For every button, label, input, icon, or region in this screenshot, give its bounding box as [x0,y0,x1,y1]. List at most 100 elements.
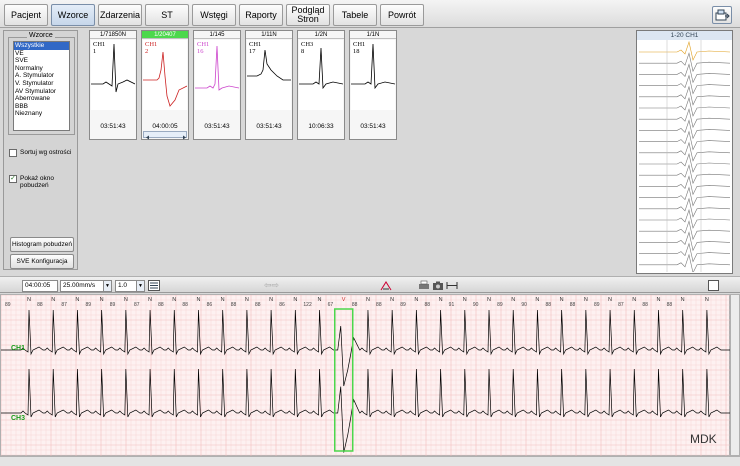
filter-item[interactable]: Normalny [14,65,69,73]
fullscreen-checkbox[interactable] [708,280,719,291]
horizontal-scrollbar[interactable] [0,456,740,466]
marker-icon[interactable] [380,280,392,291]
template-header: 1/11N [246,31,292,39]
ecg-strip[interactable]: N N N N N N N N N N N N N V N N N N N N N N N N N N N N N 89 88 87 89 89 8… [0,294,732,457]
overlay-trace [639,85,731,106]
rr-interval-label: 89 [497,302,503,308]
rr-interval-label: 88 [255,302,261,308]
channel-label: CH3 [11,415,26,422]
filter-item[interactable]: SVE [14,57,69,65]
template-time: 03:51:43 [204,123,230,130]
rr-interval-label: 90 [473,302,479,308]
filter-item[interactable]: AV Stymulator [14,88,69,96]
sort-label: Sortuj wg ostrości [20,149,72,156]
overlay-trace [639,208,731,229]
beat-label: N [414,297,418,303]
rr-interval-label: 89 [400,302,406,308]
rr-interval-label: 88 [37,302,43,308]
template-number: 16 [197,48,204,55]
overlay-trace [639,197,731,218]
filter-item[interactable]: A. Stymulator [14,72,69,80]
tab-wstegi[interactable]: Wstęgi [192,4,236,26]
overlay-trace [639,164,731,185]
tab-st[interactable]: ST [145,4,189,26]
beat-label: N [390,297,394,303]
measure-icon[interactable] [446,280,458,291]
filter-group-title: Wzorce [27,32,55,39]
template-card[interactable]: 1/71850N CH1 1 03:51:43 [89,30,137,140]
rr-interval-label: 88 [352,302,358,308]
export-icon[interactable] [712,6,732,24]
beat-label: N [705,297,709,303]
filter-item[interactable]: VE [14,50,69,58]
tab-raporty[interactable]: Raporty [239,4,283,26]
template-card[interactable]: 1/145 CH1 16 03:51:43 [193,30,241,140]
template-header: 1/71850N [90,31,136,39]
gain-value: 1.0 [118,282,128,289]
template-card[interactable]: 1/2N CH3 8 10:06:33 [297,30,345,140]
filter-item[interactable]: BBB [14,103,69,111]
filter-list[interactable]: Wszystkie VE SVE Normalny A. Stymulator … [13,41,70,131]
camera-icon[interactable] [432,280,444,291]
template-header: 1/20407 [142,31,188,39]
overlay-waveforms [639,40,731,274]
template-channel: CH3 [301,41,314,48]
template-number: 8 [301,48,305,55]
tab-powrot[interactable]: Powrót [380,4,424,26]
template-card[interactable]: 1/1N CH1 18 03:51:43 [349,30,397,140]
beat-label: N [172,297,176,303]
beat-label: N [124,297,128,303]
speed-select[interactable]: 25.00mm/s ▼ [60,280,112,292]
strip-toolbar: 04:00:05 25.00mm/s ▼ 1.0 ▼ ⇦⇨ [0,276,740,293]
beat-label: N [584,297,588,303]
beat-label: N [221,297,225,303]
filter-item[interactable]: V. Stymulator [14,80,69,88]
sort-checkbox[interactable] [9,149,17,157]
tab-tabele[interactable]: Tabele [333,4,377,26]
template-number: 2 [145,48,149,55]
sve-config-button[interactable]: SVE Konfiguracja [10,254,74,269]
beat-label: N [318,297,322,303]
rr-interval-label: 88 [158,302,164,308]
show-window-label: Pokaż okno pobudzeń [20,175,54,189]
list-icon[interactable] [148,280,160,291]
rr-interval-label: 122 [303,302,312,308]
overlay-panel: 1-20 CH1 [636,30,733,274]
template-card[interactable]: 1/20407 CH1 2 04:00:05 [141,30,189,140]
histogram-button[interactable]: Histogram pobudzeń [10,237,74,252]
filter-item[interactable]: Aberrowane [14,95,69,103]
back-forward-icon[interactable]: ⇦⇨ [264,280,279,291]
template-channel: CH1 [145,41,158,48]
overlay-trace [639,63,731,84]
show-window-checkbox[interactable]: ✓ [9,175,17,183]
beat-label: N [100,297,104,303]
chevron-down-icon: ▼ [103,281,111,291]
rr-interval-label: 89 [594,302,600,308]
rr-interval-label: 67 [328,302,334,308]
template-time: 03:51:43 [256,123,282,130]
rr-interval-label: 91 [449,302,455,308]
tab-pacjent[interactable]: Pacjent [4,4,48,26]
top-toolbar: Pacjent Wzorce Zdarzenia ST Wstęgi Rapor… [0,0,740,28]
strip-time-field[interactable]: 04:00:05 [22,280,58,292]
vertical-scrollbar[interactable] [730,294,740,456]
rr-interval-label: 88 [376,302,382,308]
tab-podglad-stron[interactable]: Podgląd Stron [286,4,330,26]
filter-item[interactable]: Nieznany [14,110,69,118]
beat-label: N [293,297,297,303]
template-number: 17 [249,48,256,55]
print-icon[interactable] [418,280,430,291]
show-window-checkbox-row[interactable]: ✓ Pokaż okno pobudzeń [9,175,66,189]
filter-item[interactable]: Wszystkie [14,42,69,50]
overlay-title: 1-20 CH1 [637,31,732,40]
template-channel: CH1 [93,41,106,48]
tab-zdarzenia[interactable]: Zdarzenia [98,4,142,26]
sort-checkbox-row[interactable]: Sortuj wg ostrości [9,149,71,157]
beat-label: N [196,297,200,303]
tab-wzorce[interactable]: Wzorce [51,4,95,26]
template-scrollbar[interactable] [143,131,187,140]
template-card[interactable]: 1/11N CH1 17 03:51:43 [245,30,293,140]
beat-label: N [681,297,685,303]
template-channel: CH1 [197,41,210,48]
gain-select[interactable]: 1.0 ▼ [115,280,145,292]
